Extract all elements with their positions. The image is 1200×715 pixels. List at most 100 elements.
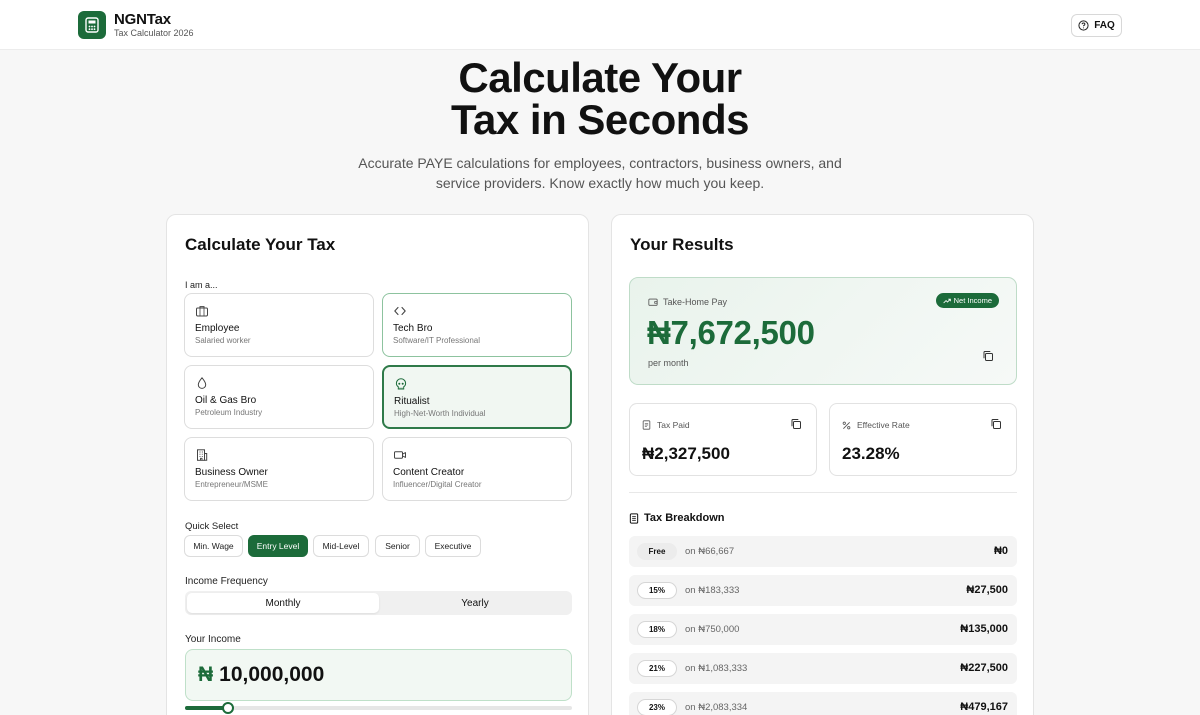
results-card: Your Results Take-Home Pay Net Income ₦7… (611, 214, 1034, 715)
take-home-panel: Take-Home Pay Net Income ₦7,672,500 per … (629, 277, 1017, 385)
take-home-label-text: Take-Home Pay (663, 297, 728, 307)
net-income-badge-text: Net Income (953, 296, 992, 305)
role-subtitle: High-Net-Worth Individual (394, 409, 486, 418)
percent-icon (842, 421, 851, 430)
role-title: Business Owner (195, 467, 268, 478)
role-title: Oil & Gas Bro (195, 395, 257, 406)
calculator-card: Calculate Your Tax I am a... Employee Sa… (166, 214, 589, 715)
role-subtitle: Entrepreneur/MSME (195, 480, 268, 489)
quick-select-entry-level[interactable]: Entry Level (248, 535, 308, 557)
role-tech-bro[interactable]: Tech Bro Software/IT Professional (382, 293, 572, 357)
income-input[interactable]: ₦ 10,000,000 (185, 649, 572, 701)
breakdown-rate: Free (637, 543, 677, 560)
role-title: Employee (195, 323, 240, 334)
role-title: Content Creator (393, 467, 465, 478)
breakdown-taxable: on ₦750,000 (685, 624, 740, 635)
video-icon (393, 448, 407, 462)
wallet-icon (648, 297, 658, 307)
app-subtitle: Tax Calculator 2026 (114, 28, 194, 38)
copy-icon[interactable] (790, 418, 802, 430)
breakdown-amount: ₦135,000 (960, 623, 1008, 635)
role-subtitle: Petroleum Industry (195, 408, 263, 417)
breakdown-amount: ₦0 (993, 545, 1008, 557)
receipt-icon (642, 420, 651, 430)
quick-select-executive[interactable]: Executive (425, 535, 481, 557)
quick-select-label: Quick Select (185, 521, 239, 532)
income-slider[interactable] (185, 702, 572, 714)
breakdown-rate: 18% (637, 621, 677, 638)
quick-select-senior[interactable]: Senior (375, 535, 420, 557)
frequency-toggle: Monthly Yearly (185, 591, 572, 615)
role-title: Tech Bro (393, 323, 433, 334)
role-title: Ritualist (394, 396, 430, 407)
effective-rate-card: Effective Rate 23.28% (829, 403, 1017, 476)
app-name: NGNTax (114, 11, 171, 28)
faq-label: FAQ (1094, 20, 1115, 31)
hero-title-line-1: Calculate Your (458, 54, 742, 101)
hero-title: Calculate Your Tax in Seconds (0, 57, 1200, 141)
role-subtitle: Software/IT Professional (393, 336, 481, 345)
brand[interactable]: NGNTax Tax Calculator 2026 (78, 11, 194, 39)
hero-subtitle-line-1: Accurate PAYE calculations for employees… (358, 155, 842, 171)
breakdown-taxable: on ₦2,083,334 (685, 702, 748, 713)
breakdown-amount: ₦27,500 (966, 584, 1008, 596)
tax-paid-card: Tax Paid ₦2,327,500 (629, 403, 817, 476)
role-employee[interactable]: Employee Salaried worker (184, 293, 374, 357)
hero-title-line-2: Tax in Seconds (451, 96, 749, 143)
copy-icon[interactable] (982, 350, 994, 362)
tax-paid-label: Tax Paid (642, 420, 690, 430)
results-title: Your Results (630, 235, 734, 254)
effective-rate-label-text: Effective Rate (857, 420, 910, 430)
hero-subtitle: Accurate PAYE calculations for employees… (340, 153, 860, 193)
role-oil-gas-bro[interactable]: Oil & Gas Bro Petroleum Industry (184, 365, 374, 429)
skull-icon (394, 377, 408, 391)
role-ritualist[interactable]: Ritualist High-Net-Worth Individual (382, 365, 572, 429)
tax-paid-value: ₦2,327,500 (642, 444, 730, 463)
document-icon (629, 512, 639, 524)
role-business-owner[interactable]: Business Owner Entrepreneur/MSME (184, 437, 374, 501)
tax-paid-label-text: Tax Paid (657, 420, 690, 430)
frequency-yearly[interactable]: Yearly (379, 593, 571, 613)
breakdown-rate: 23% (637, 699, 677, 715)
calculator-title: Calculate Your Tax (185, 235, 336, 254)
droplet-icon (195, 376, 209, 390)
effective-rate-value: 23.28% (842, 444, 900, 463)
breakdown-row: Free on ₦66,667 ₦0 (629, 536, 1017, 567)
income-slider-thumb[interactable] (221, 702, 234, 714)
effective-rate-label: Effective Rate (842, 420, 910, 430)
quick-select-min-wage[interactable]: Min. Wage (184, 535, 243, 557)
net-income-badge: Net Income (935, 293, 999, 308)
breakdown-row: 15% on ₦183,333 ₦27,500 (629, 575, 1017, 606)
breakdown-amount: ₦227,500 (960, 662, 1008, 674)
breakdown-taxable: on ₦1,083,333 (685, 663, 748, 674)
code-icon (393, 304, 407, 318)
breakdown-row: 18% on ₦750,000 ₦135,000 (629, 614, 1017, 645)
calculator-icon (78, 11, 106, 39)
income-label: Your Income (185, 634, 241, 645)
divider (629, 492, 1017, 493)
role-subtitle: Influencer/Digital Creator (393, 480, 482, 489)
breakdown-row: 23% on ₦2,083,334 ₦479,167 (629, 692, 1017, 715)
take-home-period: per month (648, 358, 689, 368)
take-home-label: Take-Home Pay (648, 297, 727, 307)
role-content-creator[interactable]: Content Creator Influencer/Digital Creat… (382, 437, 572, 501)
breakdown-amount: ₦479,167 (960, 701, 1008, 713)
breakdown-rate: 15% (637, 582, 677, 599)
briefcase-icon (195, 304, 209, 318)
currency-symbol: ₦ (198, 663, 214, 686)
faq-button[interactable]: FAQ (1071, 14, 1122, 37)
trending-up-icon (942, 298, 951, 304)
breakdown-title: Tax Breakdown (629, 512, 725, 524)
breakdown-title-text: Tax Breakdown (644, 512, 725, 524)
take-home-value: ₦7,672,500 (647, 314, 815, 351)
top-bar: NGNTax Tax Calculator 2026 FAQ (0, 0, 1200, 50)
breakdown-row: 21% on ₦1,083,333 ₦227,500 (629, 653, 1017, 684)
help-circle-icon (1078, 20, 1089, 31)
frequency-monthly[interactable]: Monthly (187, 593, 379, 613)
quick-select-mid-level[interactable]: Mid-Level (313, 535, 369, 557)
frequency-label: Income Frequency (185, 576, 268, 587)
role-label: I am a... (185, 280, 218, 290)
copy-icon[interactable] (990, 418, 1002, 430)
breakdown-rate: 21% (637, 660, 677, 677)
income-value: 10,000,000 (219, 663, 325, 686)
